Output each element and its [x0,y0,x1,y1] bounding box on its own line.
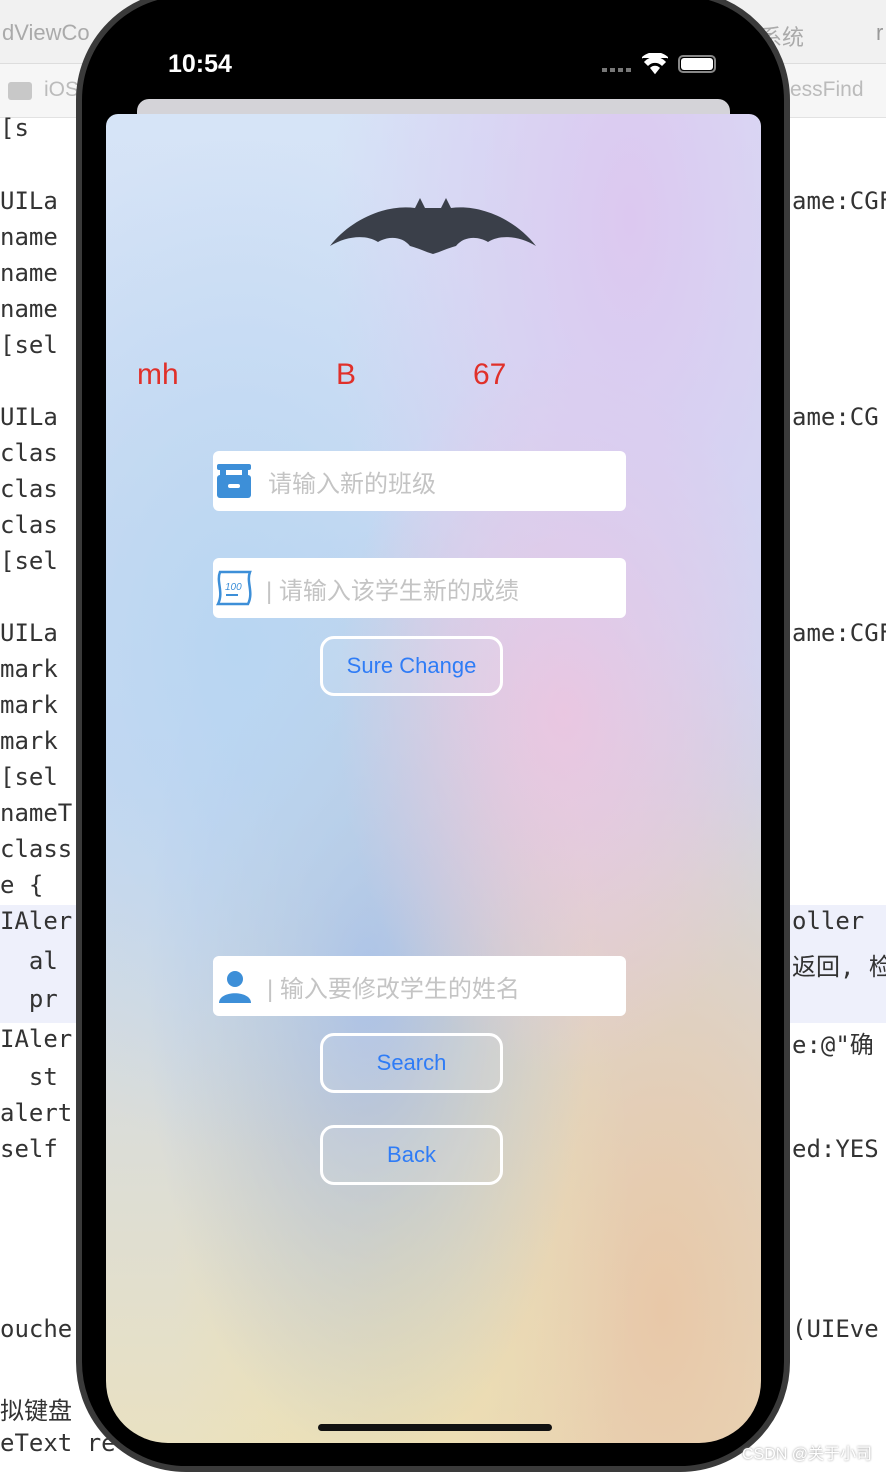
code-line: self [0,1135,58,1163]
sure-change-button[interactable]: Sure Change [320,636,503,696]
xcode-tab[interactable]: r [876,20,883,46]
back-button[interactable]: Back [320,1125,503,1185]
code-line: al [0,947,58,975]
code-line: clas [0,439,58,467]
battery-icon [678,55,716,73]
new-class-input[interactable]: 请输入新的班级 [213,451,626,511]
status-time: 10:54 [168,50,232,78]
code-line: 拟键盘 [0,1397,72,1425]
folder-icon [8,82,32,100]
student-class-label: B [336,358,357,391]
bat-logo-icon [330,198,536,254]
watermark: CSDN @关于小司 [741,1446,872,1463]
code-line: name [0,295,58,323]
code-line: ame:CGF [792,187,886,215]
code-line: nameT [0,799,73,827]
code-line: st [0,1063,58,1091]
code-line: UILa [0,403,58,431]
code-line: pr [0,985,58,1013]
student-name-label: mh [137,358,179,391]
new-class-placeholder: 请输入新的班级 [268,470,436,498]
xcode-tab[interactable]: dViewCo [2,20,90,46]
code-line: ed:YES [792,1135,879,1163]
student-name-input[interactable]: | 输入要修改学生的姓名 [213,956,626,1016]
new-score-input[interactable]: 100 | 请输入该学生新的成绩 [213,558,626,618]
path-item[interactable]: iOS [44,78,79,102]
class-icon [217,464,251,498]
home-indicator[interactable] [318,1424,552,1431]
code-line: ame:CG [792,403,879,431]
code-line: alert [0,1099,73,1127]
code-line: eText re [0,1429,116,1457]
user-icon [219,971,251,1003]
code-line: oller [792,907,865,935]
code-line: IAler [0,1025,73,1053]
code-line: 返回, 检查 [792,953,886,981]
code-line: UILa [0,619,58,647]
code-line: [s [0,114,29,142]
code-line: UILa [0,187,58,215]
code-line: e:@"确 [792,1031,874,1059]
code-line: clas [0,511,58,539]
code-line: [sel [0,547,58,575]
code-line: ame:CGF [792,619,886,647]
code-line: mark [0,691,58,719]
new-score-placeholder: | 请输入该学生新的成绩 [266,577,519,605]
student-score-label: 67 [473,358,507,391]
code-line: [sel [0,763,58,791]
path-item[interactable]: essFind [790,78,864,102]
code-line: mark [0,655,58,683]
code-line: name [0,223,58,251]
code-line: mark [0,727,58,755]
code-line: clas [0,475,58,503]
wifi-icon [642,53,668,75]
search-button[interactable]: Search [320,1033,503,1093]
code-line: name [0,259,58,287]
code-line: ouche [0,1315,73,1343]
student-name-placeholder: | 输入要修改学生的姓名 [267,975,520,1003]
code-line: (UIEve [792,1315,879,1343]
code-line: class [0,835,73,863]
code-line: e { [0,871,44,899]
score-100-icon: 100 [215,570,252,606]
code-line: [sel [0,331,58,359]
code-line: IAler [0,907,73,935]
cellular-icon [602,68,632,72]
svg-text:100: 100 [225,582,242,593]
app-screen: mh B 67 请输入新的班级 100 | 请输入该学生新的成绩 Sure Ch… [106,114,761,1443]
